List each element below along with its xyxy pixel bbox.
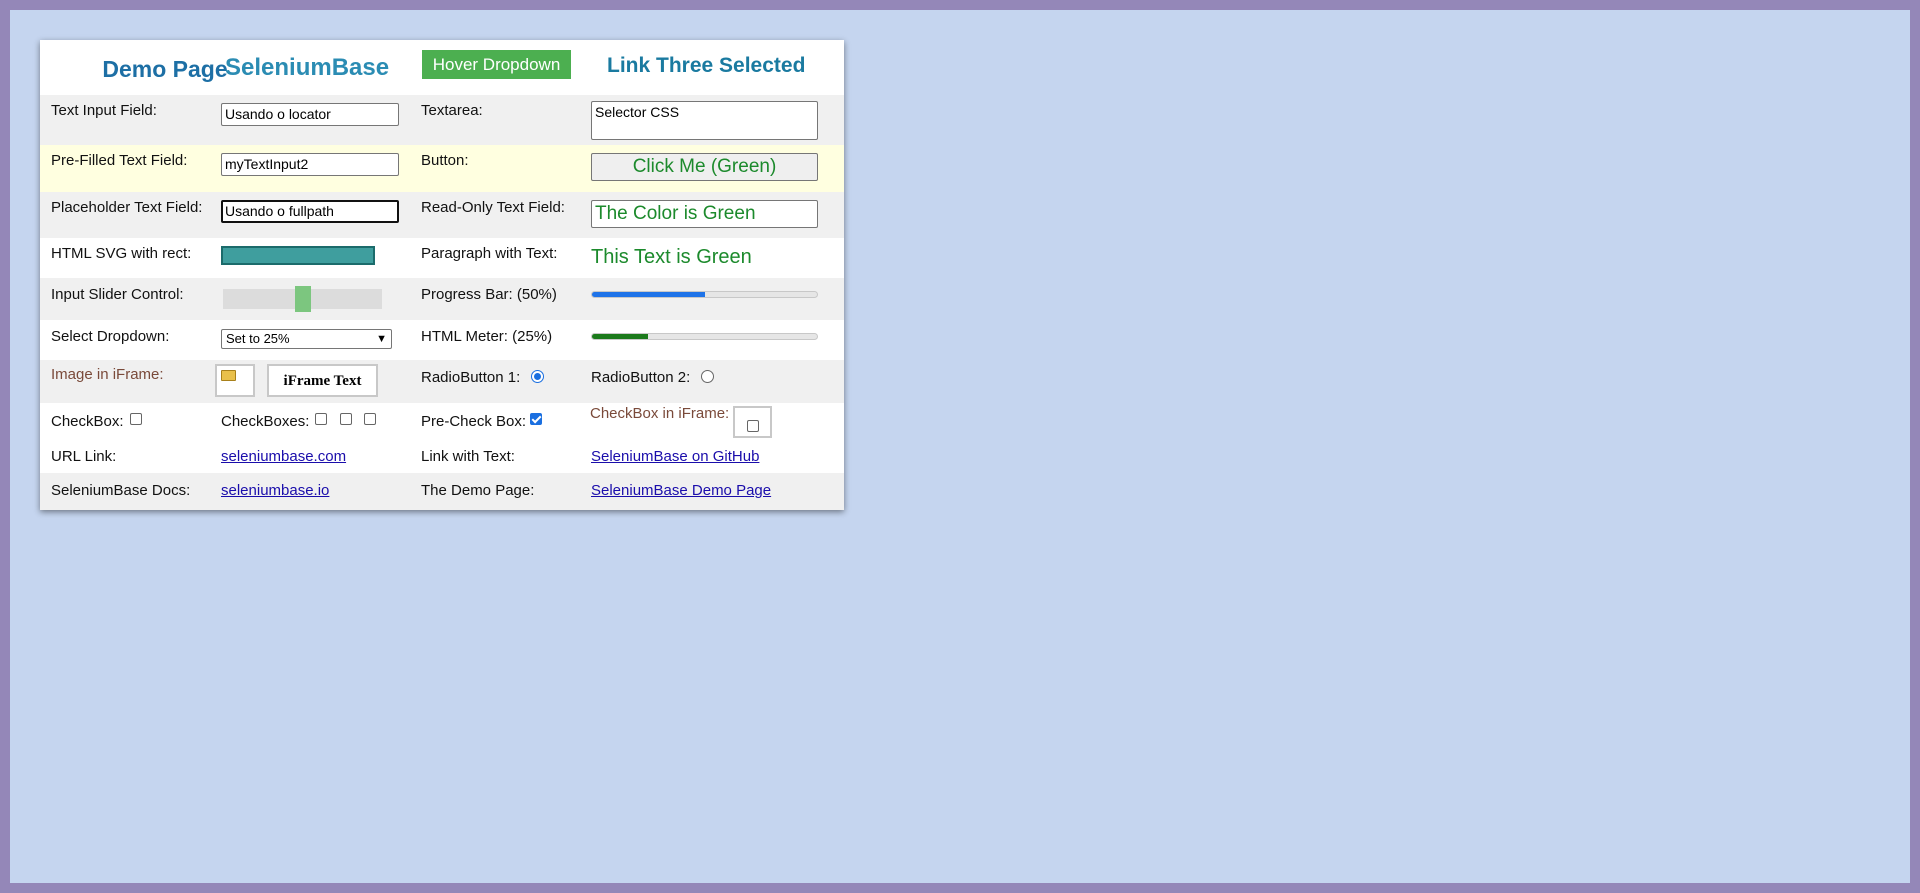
progress-bar xyxy=(591,291,818,298)
paragraph-label: Paragraph with Text: xyxy=(421,245,558,262)
iframe-checkbox-label: CheckBox in iFrame: xyxy=(590,405,730,422)
readonly-label: Read-Only Text Field: xyxy=(421,199,565,216)
prefilled-label: Pre-Filled Text Field: xyxy=(51,152,188,169)
demo-page-link[interactable]: SeleniumBase Demo Page xyxy=(591,482,771,499)
click-me-green-button[interactable]: Click Me (Green) xyxy=(591,153,818,181)
placeholder-label: Placeholder Text Field: xyxy=(51,199,203,216)
demo-table: Demo Page SeleniumBase Hover Dropdown Li… xyxy=(40,40,844,510)
svg-label: HTML SVG with rect: xyxy=(51,245,192,262)
select-value: Set to 25% xyxy=(226,331,290,346)
text-input-label: Text Input Field: xyxy=(51,102,157,119)
radio2-label: RadioButton 2: xyxy=(591,369,691,386)
textarea-label: Textarea: xyxy=(421,102,483,119)
text-input-field[interactable]: Usando o locator xyxy=(221,103,399,126)
checkboxes-label: CheckBoxes: xyxy=(221,413,310,430)
hover-dropdown-button[interactable]: Hover Dropdown xyxy=(422,50,571,79)
green-paragraph: This Text is Green xyxy=(591,246,752,268)
url-link[interactable]: seleniumbase.com xyxy=(221,448,346,465)
demo-page-label: The Demo Page: xyxy=(421,482,535,499)
iframe-image-label: Image in iFrame: xyxy=(51,366,164,383)
checkbox-label: CheckBox: xyxy=(51,413,124,430)
progress-fill xyxy=(592,292,705,297)
chevron-down-icon: ▼ xyxy=(376,333,387,345)
text-iframe: iFrame Text xyxy=(267,364,378,397)
checkbox-3[interactable] xyxy=(364,413,376,425)
radio1-label: RadioButton 1: xyxy=(421,369,521,386)
checkbox-iframe xyxy=(733,406,772,438)
docs-link[interactable]: seleniumbase.io xyxy=(221,482,329,499)
textarea-field[interactable]: Selector CSS xyxy=(591,101,818,140)
iframe-checkbox[interactable] xyxy=(747,420,759,432)
meter-label: HTML Meter: (25%) xyxy=(421,328,553,345)
radio-button-1[interactable] xyxy=(531,370,544,383)
github-link[interactable]: SeleniumBase on GitHub xyxy=(591,448,759,465)
checkbox-2[interactable] xyxy=(340,413,352,425)
demo-page-title: Demo Page xyxy=(102,56,228,82)
link-three-title: Link Three Selected xyxy=(607,54,806,77)
precheck-box[interactable] xyxy=(530,413,542,425)
html-meter xyxy=(591,333,818,340)
folder-icon xyxy=(221,370,236,381)
image-iframe xyxy=(215,364,255,397)
progress-label: Progress Bar: (50%) xyxy=(421,286,557,303)
docs-label: SeleniumBase Docs: xyxy=(51,482,191,499)
select-dropdown[interactable]: Set to 25% ▼ xyxy=(221,329,392,349)
readonly-text-field: The Color is Green xyxy=(591,200,818,228)
placeholder-text-field[interactable]: Usando o fullpath xyxy=(221,200,399,223)
svg-rect xyxy=(221,246,375,265)
slider-label: Input Slider Control: xyxy=(51,286,184,303)
precheck-label: Pre-Check Box: xyxy=(421,413,527,430)
slider-handle[interactable] xyxy=(295,286,311,312)
url-link-label: URL Link: xyxy=(51,448,117,465)
checkbox[interactable] xyxy=(130,413,142,425)
slider-track[interactable] xyxy=(223,286,382,312)
prefilled-text-field[interactable]: myTextInput2 xyxy=(221,153,399,176)
link-text-label: Link with Text: xyxy=(421,448,515,465)
checkbox-1[interactable] xyxy=(315,413,327,425)
meter-fill xyxy=(592,334,649,339)
select-label: Select Dropdown: xyxy=(51,328,170,345)
radio-button-2[interactable] xyxy=(701,370,714,383)
button-label: Button: xyxy=(421,152,469,169)
seleniumbase-title: SeleniumBase xyxy=(225,54,390,81)
iframe-text: iFrame Text xyxy=(283,373,362,389)
